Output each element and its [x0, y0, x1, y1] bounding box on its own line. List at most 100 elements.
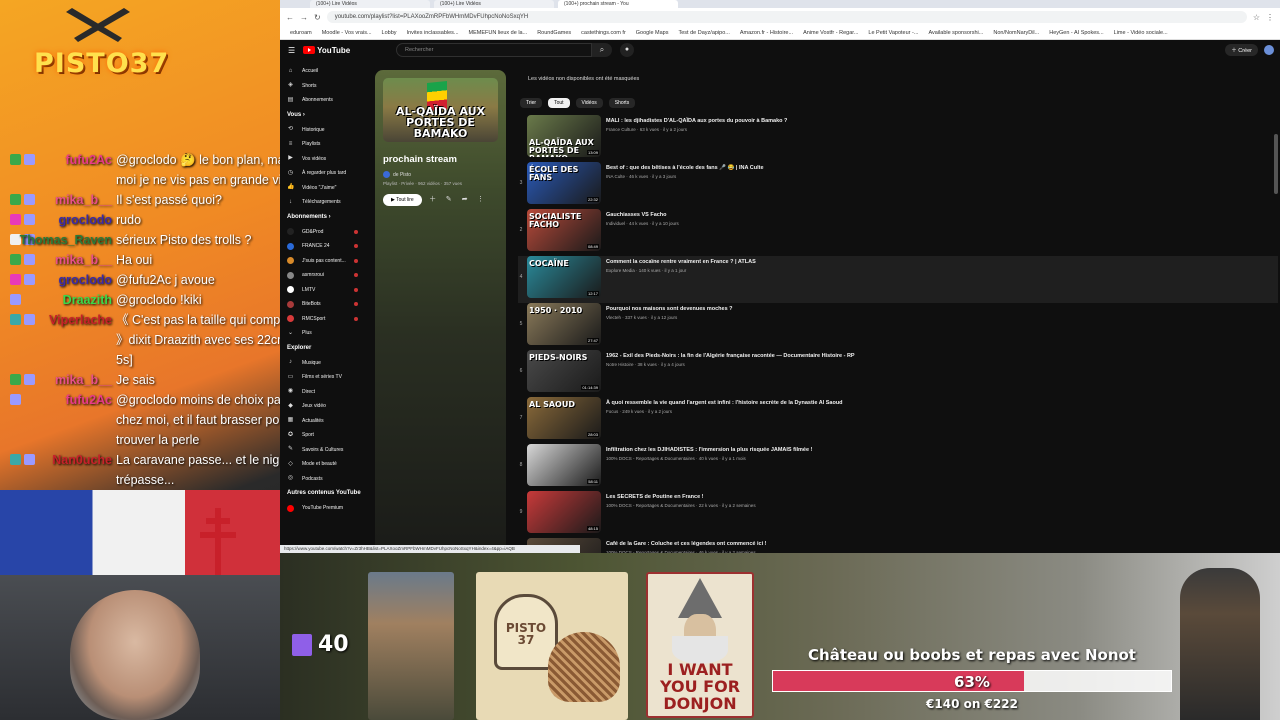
video-title[interactable]: Pourquoi nos maisons sont devenues moche…	[606, 306, 733, 312]
bookmark-item[interactable]: RoundGames	[537, 30, 571, 36]
menu-icon[interactable]: ☰	[288, 46, 295, 55]
bookmark-item[interactable]: Moodle - Vos vrais...	[322, 30, 372, 36]
star-icon[interactable]: ☆	[1253, 13, 1260, 22]
filter-chip[interactable]: Vidéos	[575, 98, 603, 108]
video-title[interactable]: Best of : que des bêtises à l'école des …	[606, 165, 764, 171]
playlist-video-row[interactable]: 3 ÉCOLE DES FANS 22:32 Best of : que des bê…	[518, 162, 1278, 209]
microphone-icon[interactable]: ●	[620, 43, 634, 57]
browser-tab[interactable]: (100+) Lire Vidéos	[434, 0, 554, 8]
search-input[interactable]: Rechercher	[396, 43, 592, 57]
video-title[interactable]: À quoi ressemble la vie quand l'argent e…	[606, 400, 843, 406]
playlist-video-row[interactable]: AL-QAÏDA AUX PORTES DE BAMAKO13:09 MALI :…	[518, 115, 1278, 162]
video-thumbnail[interactable]: AL SAOUD 28:03	[527, 397, 601, 439]
sidebar-item[interactable]: ⌂ Accueil	[280, 64, 364, 79]
filter-chip[interactable]: Tout	[548, 98, 570, 108]
playlist-video-row[interactable]: 9 48:15 Les SECRETS de Poutine en France !…	[518, 491, 1278, 538]
url-field[interactable]: youtube.com/playlist?list=PLAXooZmRPFbWH…	[326, 11, 1247, 23]
playlist-owner[interactable]: de Pisto	[383, 171, 498, 178]
bookmark-item[interactable]: Google Maps	[636, 30, 669, 36]
sidebar-item[interactable]: LMTV	[280, 283, 364, 298]
sidebar-item[interactable]: ⌄ Plus	[280, 326, 364, 341]
bookmark-item[interactable]: Lime - Vidéo sociale...	[1114, 30, 1168, 36]
browser-tab[interactable]: (100+) Lire Vidéos	[310, 0, 430, 8]
playlist-video-row[interactable]: 7 AL SAOUD 28:03 À quoi ressemble la vie qu…	[518, 397, 1278, 444]
sidebar-item[interactable]: ◉ Direct	[280, 385, 364, 400]
sidebar-item[interactable]: asmrsroui	[280, 268, 364, 283]
sidebar-item[interactable]: ≡ Playlists	[280, 137, 364, 152]
playlist-video-row[interactable]: 4 COCAÏNE 12:17 Comment la cocaïne rentre v…	[518, 256, 1278, 303]
bookmark-item[interactable]: Test de Dayz/apipo...	[679, 30, 730, 36]
sidebar-item[interactable]: ◎ Podcasts	[280, 472, 364, 487]
bookmark-item[interactable]: Non/NomNaryDil...	[993, 30, 1039, 36]
video-thumbnail[interactable]: AL-QAÏDA AUX PORTES DE BAMAKO13:09	[527, 115, 601, 157]
back-icon[interactable]: ←	[286, 13, 294, 22]
filter-chip[interactable]: Trier	[520, 98, 543, 108]
chat-username[interactable]: mika_b__	[55, 190, 112, 210]
sidebar-item[interactable]: ◇ Mode et beauté	[280, 457, 364, 472]
bookmark-item[interactable]: Invites inclassables...	[407, 30, 459, 36]
bookmark-item[interactable]: castethings.com fr	[581, 30, 626, 36]
sidebar-item[interactable]: J'suis pas content...	[280, 254, 364, 269]
chat-username[interactable]: groclodo	[59, 210, 112, 230]
sidebar-item[interactable]: ♪ Musique	[280, 356, 364, 371]
playlist-video-row[interactable]: 2 SOCIALISTE FACHO 08:49 Gauchiasses VS Fac…	[518, 209, 1278, 256]
video-thumbnail[interactable]: PIEDS-NOIRS 01:14:39	[527, 350, 601, 392]
video-thumbnail[interactable]: COCAÏNE 12:17	[527, 256, 601, 298]
chat-username[interactable]: Draazith	[63, 290, 112, 310]
bookmark-item[interactable]: MEMEFUN lieux de la...	[469, 30, 528, 36]
bookmark-item[interactable]: HeyGen - AI Spokes...	[1049, 30, 1103, 36]
chat-username[interactable]: fufu2Ac	[65, 390, 112, 410]
search-icon[interactable]: ⌕	[592, 43, 612, 57]
play-all-button[interactable]: ▶ Tout lire	[383, 194, 422, 206]
youtube-logo[interactable]: YouTube	[303, 46, 350, 55]
sidebar-item[interactable]: ✪ Sport	[280, 428, 364, 443]
video-title[interactable]: Les SECRETS de Poutine en France !	[606, 494, 756, 500]
sidebar-item[interactable]: RMCSport	[280, 312, 364, 327]
bookmark-item[interactable]: eduroam	[290, 30, 312, 36]
page-scrollbar[interactable]	[1274, 64, 1278, 545]
sidebar-item[interactable]: GD&Prod	[280, 225, 364, 240]
filter-chip[interactable]: Shorts	[608, 98, 636, 108]
playlist-video-row[interactable]: 6 PIEDS-NOIRS 01:14:39 1962 - Exil des Pied…	[518, 350, 1278, 397]
browser-tab[interactable]: (100+) prochain stream - You	[558, 0, 678, 8]
video-title[interactable]: Infiltration chez les DJIHADISTES : l'im…	[606, 447, 812, 453]
sidebar-item[interactable]: ▶ Vos vidéos	[280, 152, 364, 167]
sidebar-item[interactable]: BiteBots	[280, 297, 364, 312]
chat-username[interactable]: groclodo	[59, 270, 112, 290]
video-thumbnail[interactable]: ÉCOLE DES FANS 22:32	[527, 162, 601, 204]
edit-icon[interactable]: ✎	[444, 195, 454, 205]
chat-username[interactable]: Thomas_Raven	[20, 230, 112, 250]
bookmark-item[interactable]: Amazon.fr - Histoire...	[740, 30, 793, 36]
extensions-icon[interactable]: ⋮	[1266, 13, 1274, 22]
bookmark-item[interactable]: Le Petit Vapoteur -...	[868, 30, 918, 36]
bookmark-item[interactable]: Available sponsorshi...	[928, 30, 983, 36]
sidebar-item[interactable]: ▤ Abonnements	[280, 93, 364, 108]
video-title[interactable]: MALI : les djihadistes D'AL-QAÏDA aux po…	[606, 118, 787, 124]
chat-username[interactable]: mika_b__	[55, 370, 112, 390]
video-thumbnail[interactable]: SOCIALISTE FACHO 08:49	[527, 209, 601, 251]
create-button[interactable]: ＋ Créer	[1225, 44, 1258, 56]
add-icon[interactable]: ＋	[428, 195, 438, 205]
more-icon[interactable]: ⋮	[476, 195, 486, 205]
bookmark-item[interactable]: Anime Vostfr - Regar...	[803, 30, 858, 36]
chat-username[interactable]: Nan0uche	[52, 450, 112, 470]
video-title[interactable]: Café de la Gare : Coluche et ces légende…	[606, 541, 766, 547]
video-thumbnail[interactable]: 58:11	[527, 444, 601, 486]
account-avatar[interactable]	[1264, 45, 1274, 55]
chat-username[interactable]: fufu2Ac	[65, 150, 112, 170]
video-title[interactable]: 1962 - Exil des Pieds-Noirs : la fin de …	[606, 353, 855, 359]
sidebar-item[interactable]: ↓ Téléchargements	[280, 195, 364, 210]
sidebar-item[interactable]: ✎ Savoirs & Cultures	[280, 443, 364, 458]
chat-username[interactable]: Viperlache	[49, 310, 112, 330]
sidebar-item[interactable]: ◷ À regarder plus tard	[280, 166, 364, 181]
sidebar-item[interactable]: ▭ Films et séries TV	[280, 370, 364, 385]
sidebar-item[interactable]: ◆ Jeux vidéo	[280, 399, 364, 414]
playlist-thumbnail[interactable]: AL-QAÏDA AUX PORTES DE BAMAKO	[383, 78, 498, 142]
sidebar-item[interactable]: ◈ Shorts	[280, 79, 364, 94]
forward-icon[interactable]: →	[300, 13, 308, 22]
video-title[interactable]: Gauchiasses VS Facho	[606, 212, 679, 218]
bookmark-item[interactable]: Lobby	[382, 30, 397, 36]
chat-username[interactable]: mika_b__	[55, 250, 112, 270]
sidebar-section-vous[interactable]: Vous ›	[280, 108, 364, 123]
video-thumbnail[interactable]: 1950 · 2010 27:47	[527, 303, 601, 345]
